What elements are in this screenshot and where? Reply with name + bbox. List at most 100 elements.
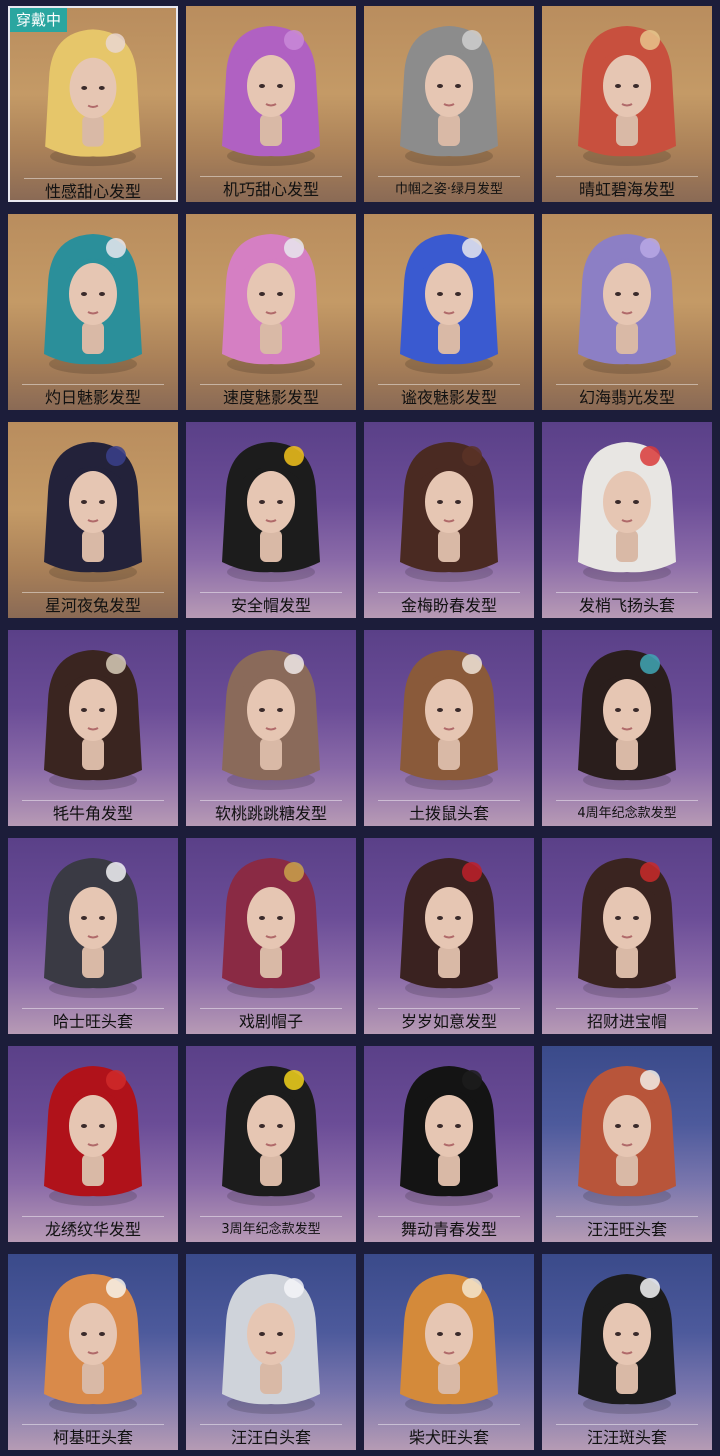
hairstyle-card[interactable]: 巾帼之姿·绿月发型 xyxy=(364,6,534,202)
hairstyle-label: 速度魅影发型 xyxy=(222,388,319,407)
hairstyle-preview-image xyxy=(222,1274,320,1414)
card-divider xyxy=(378,384,520,385)
hairstyle-preview-image xyxy=(222,26,320,166)
hairstyle-preview-image xyxy=(222,1066,320,1206)
hairstyle-card[interactable]: 柴犬旺头套 xyxy=(364,1254,534,1450)
hairstyle-preview-image xyxy=(44,234,142,374)
hairstyle-card[interactable]: 柯基旺头套 xyxy=(8,1254,178,1450)
hairstyle-card[interactable]: 机巧甜心发型 xyxy=(186,6,356,202)
card-divider xyxy=(556,384,698,385)
hairstyle-card[interactable]: 软桃跳跳糖发型 xyxy=(186,630,356,826)
hairstyle-label: 岁岁如意发型 xyxy=(400,1012,497,1031)
hairstyle-label: 招财进宝帽 xyxy=(586,1012,667,1031)
hairstyle-card[interactable]: 招财进宝帽 xyxy=(542,838,712,1034)
hairstyle-preview-image xyxy=(222,234,320,374)
card-divider xyxy=(556,800,698,801)
hairstyle-label: 巾帼之姿·绿月发型 xyxy=(394,182,504,197)
hairstyle-card[interactable]: 灼日魅影发型 xyxy=(8,214,178,410)
hairstyle-label: 哈士旺头套 xyxy=(52,1012,133,1031)
hairstyle-preview-image xyxy=(400,234,498,374)
hairstyle-label: 土拨鼠头套 xyxy=(408,804,489,823)
hairstyle-label: 星河夜兔发型 xyxy=(44,596,141,615)
hairstyle-preview-image xyxy=(44,1066,142,1206)
hairstyle-label: 软桃跳跳糖发型 xyxy=(214,804,327,823)
hairstyle-card[interactable]: 金梅盼春发型 xyxy=(364,422,534,618)
card-divider xyxy=(22,1216,164,1217)
hairstyle-label: 性感甜心发型 xyxy=(44,182,141,201)
hairstyle-label: 汪汪斑头套 xyxy=(586,1428,667,1447)
hairstyle-preview-image xyxy=(578,234,676,374)
hairstyle-card[interactable]: 舞动青春发型 xyxy=(364,1046,534,1242)
card-divider xyxy=(24,178,162,179)
hairstyle-preview-image xyxy=(44,858,142,998)
card-divider xyxy=(22,592,164,593)
hairstyle-preview-image xyxy=(222,442,320,582)
card-divider xyxy=(556,1424,698,1425)
card-divider xyxy=(378,1424,520,1425)
hairstyle-card[interactable]: 谧夜魅影发型 xyxy=(364,214,534,410)
hairstyle-card[interactable]: 龙绣纹华发型 xyxy=(8,1046,178,1242)
hairstyle-card[interactable]: 穿戴中 性感甜心发型 xyxy=(8,6,178,202)
card-divider xyxy=(378,1216,520,1217)
hairstyle-preview-image xyxy=(45,29,141,167)
card-divider xyxy=(200,1216,342,1217)
hairstyle-label: 戏剧帽子 xyxy=(238,1012,303,1031)
card-divider xyxy=(200,592,342,593)
card-divider xyxy=(200,176,342,177)
hairstyle-preview-image xyxy=(400,26,498,166)
hairstyle-preview-image xyxy=(222,858,320,998)
card-divider xyxy=(378,176,520,177)
hairstyle-preview-image xyxy=(578,442,676,582)
hairstyle-card[interactable]: 哈士旺头套 xyxy=(8,838,178,1034)
card-divider xyxy=(556,1008,698,1009)
card-divider xyxy=(22,1424,164,1425)
hairstyle-preview-image xyxy=(578,1274,676,1414)
hairstyle-label: 幻海翡光发型 xyxy=(578,388,675,407)
hairstyle-card[interactable]: 牦牛角发型 xyxy=(8,630,178,826)
card-divider xyxy=(378,1008,520,1009)
hairstyle-label: 汪汪白头套 xyxy=(230,1428,311,1447)
hairstyle-label: 汪汪旺头套 xyxy=(586,1220,667,1239)
card-divider xyxy=(200,384,342,385)
hairstyle-label: 发梢飞扬头套 xyxy=(578,596,675,615)
hairstyle-card[interactable]: 岁岁如意发型 xyxy=(364,838,534,1034)
hairstyle-label: 灼日魅影发型 xyxy=(44,388,141,407)
hairstyle-card[interactable]: 晴虹碧海发型 xyxy=(542,6,712,202)
card-divider xyxy=(22,1008,164,1009)
card-divider xyxy=(22,800,164,801)
hairstyle-preview-image xyxy=(44,650,142,790)
hairstyle-preview-image xyxy=(400,650,498,790)
hairstyle-card[interactable]: 3周年纪念款发型 xyxy=(186,1046,356,1242)
card-divider xyxy=(378,800,520,801)
hairstyle-label: 3周年纪念款发型 xyxy=(221,1222,321,1237)
hairstyle-card[interactable]: 汪汪白头套 xyxy=(186,1254,356,1450)
hairstyle-card[interactable]: 4周年纪念款发型 xyxy=(542,630,712,826)
hairstyle-preview-image xyxy=(44,442,142,582)
hairstyle-card[interactable]: 土拨鼠头套 xyxy=(364,630,534,826)
hairstyle-card[interactable]: 安全帽发型 xyxy=(186,422,356,618)
card-divider xyxy=(556,176,698,177)
hairstyle-card[interactable]: 速度魅影发型 xyxy=(186,214,356,410)
hairstyle-card[interactable]: 戏剧帽子 xyxy=(186,838,356,1034)
hairstyle-preview-image xyxy=(222,650,320,790)
hairstyle-preview-image xyxy=(400,442,498,582)
card-divider xyxy=(200,800,342,801)
hairstyle-card[interactable]: 发梢飞扬头套 xyxy=(542,422,712,618)
hairstyle-preview-image xyxy=(400,1274,498,1414)
card-divider xyxy=(556,1216,698,1217)
hairstyle-card[interactable]: 幻海翡光发型 xyxy=(542,214,712,410)
hairstyle-label: 机巧甜心发型 xyxy=(222,180,319,199)
hairstyle-label: 4周年纪念款发型 xyxy=(577,806,677,821)
hairstyle-card[interactable]: 星河夜兔发型 xyxy=(8,422,178,618)
card-divider xyxy=(22,384,164,385)
hairstyle-card[interactable]: 汪汪斑头套 xyxy=(542,1254,712,1450)
hairstyle-preview-image xyxy=(578,650,676,790)
hairstyle-label: 安全帽发型 xyxy=(230,596,311,615)
hairstyle-preview-image xyxy=(578,858,676,998)
hairstyle-card[interactable]: 汪汪旺头套 xyxy=(542,1046,712,1242)
hairstyle-label: 谧夜魅影发型 xyxy=(400,388,497,407)
hairstyle-preview-image xyxy=(400,858,498,998)
hairstyle-grid: 穿戴中 性感甜心发型机巧甜心发型 巾帼之姿·绿月发型 晴虹碧海发型灼日魅影发型 速度魅影… xyxy=(0,0,720,1456)
hairstyle-preview-image xyxy=(400,1066,498,1206)
card-divider xyxy=(200,1008,342,1009)
